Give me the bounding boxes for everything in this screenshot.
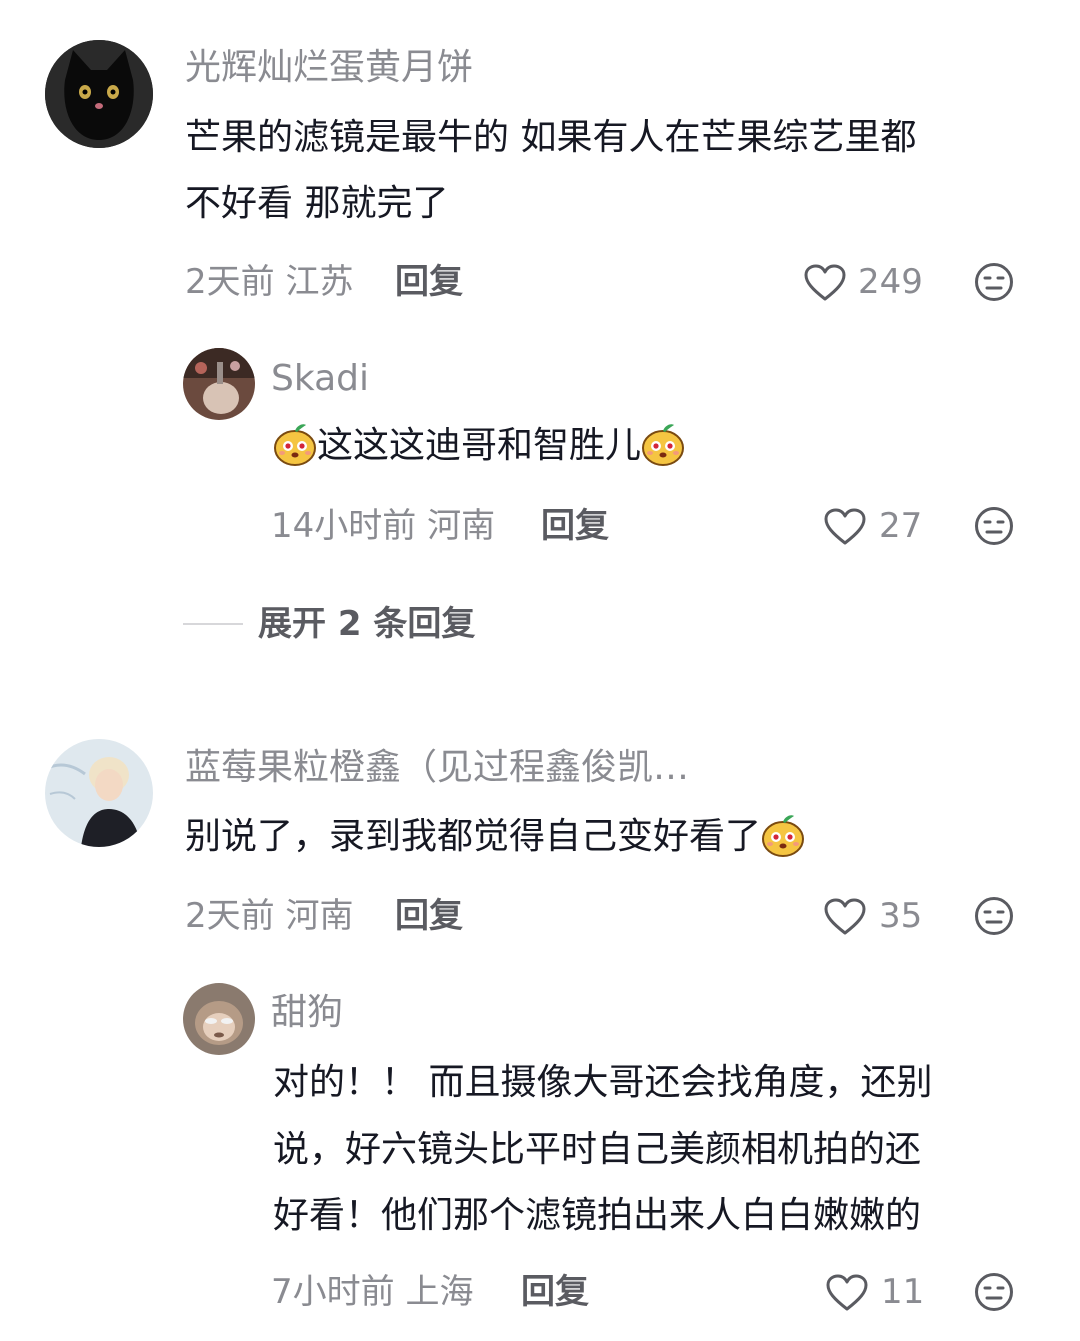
like-count: 27 <box>879 506 923 546</box>
reply-button[interactable]: 回复 <box>541 506 609 546</box>
heart-icon[interactable] <box>824 898 866 936</box>
avatar[interactable] <box>45 40 153 148</box>
reply-text: 对的！！ 而且摄像大哥还会找角度，还别 <box>273 1062 933 1103</box>
time-location: 2天前 河南 <box>185 896 354 936</box>
expand-replies-button[interactable]: 展开 2 条回复 <box>258 604 475 644</box>
expand-divider <box>183 623 243 625</box>
reply-text-content: 这这这迪哥和智胜儿 <box>317 425 642 466</box>
comment-text-content: 别说了，录到我都觉得自己变好看了 <box>185 816 762 857</box>
comment-text: 芒果的滤镜是最牛的 如果有人在芒果综艺里都 <box>185 117 917 158</box>
heart-icon[interactable] <box>804 264 846 302</box>
reply-button[interactable]: 回复 <box>521 1272 589 1312</box>
dislike-icon[interactable] <box>974 506 1014 546</box>
comment-text: 不好看 那就完了 <box>185 183 449 224</box>
monkey-avatar-icon <box>183 983 255 1055</box>
dislike-icon[interactable] <box>974 896 1014 936</box>
like-count: 11 <box>881 1272 925 1312</box>
time-location: 7小时前 上海 <box>271 1272 474 1312</box>
reply-button[interactable]: 回复 <box>395 896 463 936</box>
avatar[interactable] <box>183 983 255 1055</box>
photo-avatar-icon <box>183 348 255 420</box>
avatar[interactable] <box>183 348 255 420</box>
username[interactable]: Skadi <box>271 357 369 401</box>
username[interactable]: 甜狗 <box>271 991 343 1035</box>
avatar[interactable] <box>45 739 153 847</box>
dislike-icon[interactable] <box>974 262 1014 302</box>
reply-text: 好看！他们那个滤镜拍出来人白白嫩嫩的 <box>273 1195 922 1236</box>
username[interactable]: 光辉灿烂蛋黄月饼 <box>185 46 473 90</box>
time-location: 14小时前 河南 <box>271 506 496 546</box>
reply-text: 说，好六镜头比平时自己美颜相机拍的还 <box>273 1129 922 1170</box>
heart-icon[interactable] <box>826 1274 868 1312</box>
time-location: 2天前 江苏 <box>185 262 354 302</box>
heart-icon[interactable] <box>824 508 866 546</box>
like-count: 249 <box>858 262 923 302</box>
mango-face-emoji-icon <box>761 812 805 858</box>
mango-face-emoji-icon <box>273 421 317 467</box>
mango-face-emoji-icon <box>641 421 685 467</box>
comment-text: 别说了，录到我都觉得自己变好看了 <box>185 804 805 870</box>
like-count: 35 <box>879 896 923 936</box>
reply-text: 这这这迪哥和智胜儿 <box>273 413 685 479</box>
black-cat-avatar-icon <box>45 40 153 148</box>
username[interactable]: 蓝莓果粒橙鑫（见过程鑫俊凯… <box>185 746 689 790</box>
portrait-avatar-icon <box>45 739 153 847</box>
reply-button[interactable]: 回复 <box>395 262 463 302</box>
dislike-icon[interactable] <box>974 1272 1014 1312</box>
